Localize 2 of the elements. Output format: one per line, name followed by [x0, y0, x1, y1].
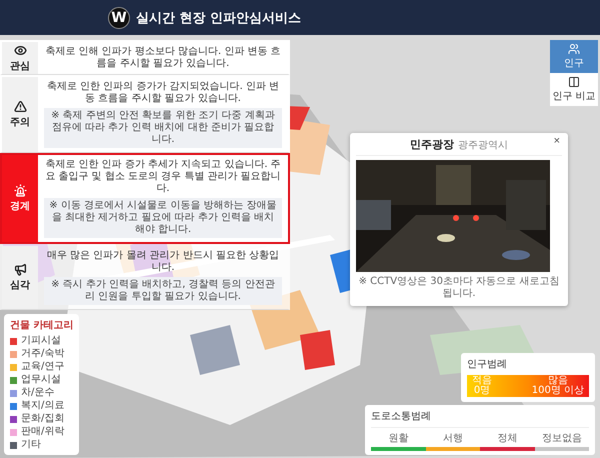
- app-title: 실시간 현장 인파안심서비스: [136, 10, 302, 26]
- logo: W: [108, 6, 130, 28]
